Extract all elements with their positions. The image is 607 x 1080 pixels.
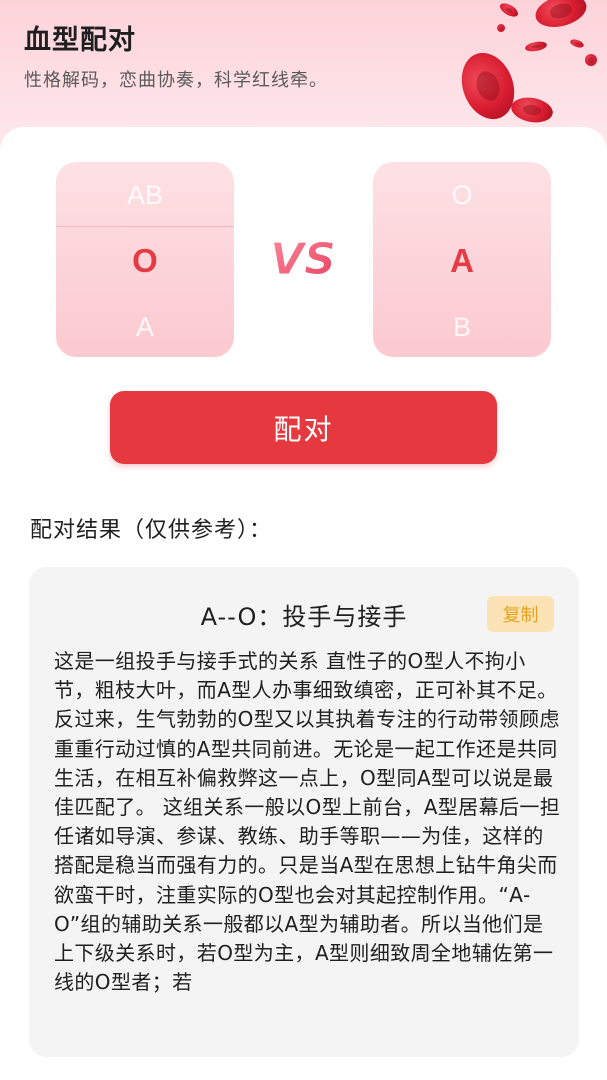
- picker-selected-option[interactable]: A: [373, 242, 551, 280]
- result-section-label: 配对结果（仅供参考）：: [30, 518, 273, 543]
- picker-option[interactable]: A: [56, 312, 234, 343]
- match-button[interactable]: 配对: [110, 391, 497, 464]
- blood-cells-illustration: [407, 0, 607, 140]
- result-card: A--O：投手与接手 复制 这是一组投手与接手式的关系 直性子的O型人不拘小节，…: [29, 567, 579, 1057]
- picker-option[interactable]: O: [373, 180, 551, 211]
- page-title: 血型配对: [24, 25, 136, 56]
- picker-option[interactable]: B: [373, 312, 551, 343]
- vs-icon: VS: [266, 228, 340, 288]
- result-description: 这是一组投手与接手式的关系 直性子的O型人不拘小节，粗枝大叶，而A型人办事细致缜…: [54, 649, 561, 995]
- picker-option[interactable]: AB: [56, 180, 234, 211]
- page-subtitle: 性格解码，恋曲协奏，科学红线牵。: [24, 70, 328, 91]
- right-blood-type-picker[interactable]: O A B: [373, 162, 551, 357]
- copy-button[interactable]: 复制: [487, 596, 554, 632]
- picker-selected-option[interactable]: O: [56, 242, 234, 280]
- svg-text:VS: VS: [270, 234, 336, 285]
- left-blood-type-picker[interactable]: AB O A: [56, 162, 234, 357]
